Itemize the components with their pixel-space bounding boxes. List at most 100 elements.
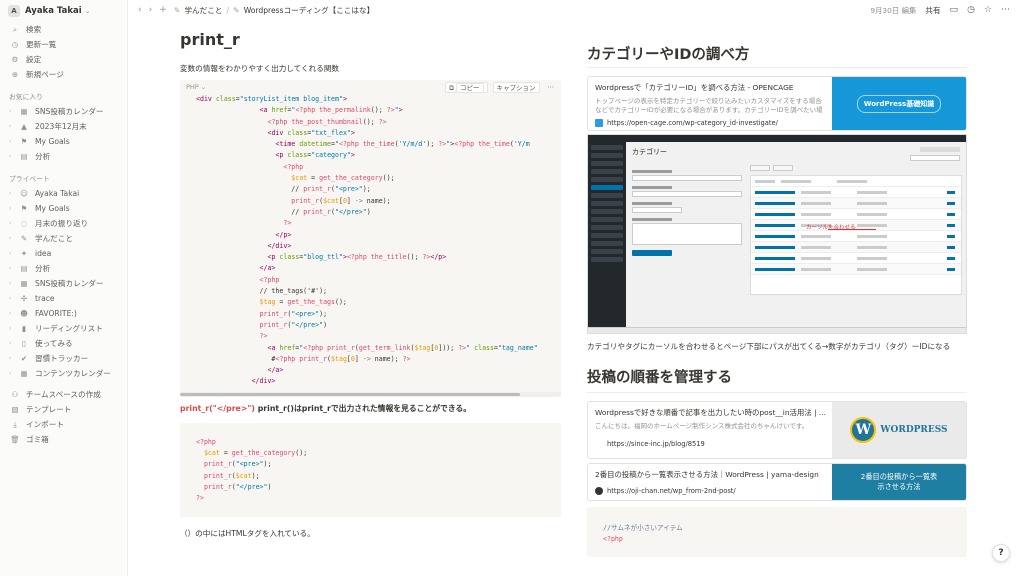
- share-button[interactable]: 共有: [925, 5, 940, 16]
- private-header: プライベート: [9, 175, 50, 183]
- sidebar-item-label: My Goals: [35, 137, 70, 146]
- copy-button[interactable]: ⧉ コピー: [445, 82, 488, 93]
- speech-icon: ◌: [20, 219, 28, 228]
- chevron-right-icon[interactable]: ›: [9, 340, 16, 347]
- sidebar-favorite-item-2[interactable]: › ⚑ My Goals: [0, 134, 127, 149]
- sidebar-private-item-9[interactable]: › ▮ リーディングリスト: [0, 321, 127, 336]
- chart-icon: ▤: [20, 152, 28, 161]
- star-icon[interactable]: ☆: [984, 5, 992, 15]
- chevron-down-icon: ⌄: [200, 83, 207, 91]
- chevron-right-icon[interactable]: ›: [9, 265, 16, 272]
- code-block-3[interactable]: //サムネが小さいアイテム <?php: [587, 507, 967, 557]
- history-icon[interactable]: ◷: [967, 5, 975, 15]
- sidebar-item-label: 設定: [26, 55, 42, 64]
- sidebar-favorite-item-1[interactable]: › ▲ 2023年12月末: [0, 119, 127, 134]
- sidebar-favorite-item-0[interactable]: › ▦ SNS投稿カレンダー: [0, 104, 127, 119]
- sidebar-private-item-0[interactable]: › ☺ Ayaka Takai: [0, 186, 127, 201]
- sidebar-bottom-item-3[interactable]: 🗑 ゴミ箱: [0, 432, 127, 447]
- section-heading-order: 投稿の順番を管理する: [587, 369, 967, 393]
- copy-label: コピー: [456, 83, 484, 93]
- sidebar-top-item-3[interactable]: ⊕ 新規ページ: [0, 67, 127, 82]
- sidebar-bottom-item-2[interactable]: ⤓ インポート: [0, 417, 127, 432]
- workspace-switcher[interactable]: A Ayaka Takai ⌄: [0, 0, 127, 22]
- sidebar-private-item-6[interactable]: › ▦ SNS投稿カレンダー: [0, 276, 127, 291]
- chevron-right-icon[interactable]: ›: [9, 205, 16, 212]
- chevron-right-icon[interactable]: ›: [9, 280, 16, 287]
- chevron-right-icon[interactable]: ›: [9, 123, 16, 130]
- clock-icon: ◷: [11, 40, 19, 49]
- help-button[interactable]: ?: [992, 544, 1010, 562]
- chevron-right-icon[interactable]: ›: [9, 355, 16, 362]
- horizontal-scrollbar[interactable]: [180, 391, 561, 397]
- chevron-right-icon[interactable]: ›: [9, 138, 16, 145]
- sidebar-private-item-2[interactable]: › ◌ 月末の振り返り: [0, 216, 127, 231]
- sidebar-private-item-10[interactable]: › ▯ 使ってみる: [0, 336, 127, 351]
- chart-icon: ▤: [20, 264, 28, 273]
- chevron-right-icon[interactable]: ›: [9, 370, 16, 377]
- wordpress-logo-icon: W: [850, 417, 877, 443]
- code-content-3: //サムネが小さいアイテム <?php: [603, 524, 683, 544]
- forward-icon[interactable]: ›: [149, 5, 153, 15]
- code-language[interactable]: PHP: [186, 83, 199, 91]
- pencil-icon: ✎: [20, 234, 28, 243]
- code-block-2[interactable]: <?php $cat = get_the_category(); print_r…: [180, 422, 561, 517]
- chevron-right-icon[interactable]: ›: [9, 108, 16, 115]
- chevron-right-icon[interactable]: ›: [9, 325, 16, 332]
- bookmark-url: https://open-cage.com/wp-category_id-inv…: [607, 119, 778, 127]
- chevron-right-icon[interactable]: ›: [9, 295, 16, 302]
- caption-button[interactable]: キャプション: [492, 82, 540, 93]
- more-icon[interactable]: ⋯: [545, 82, 558, 93]
- sidebar-top-item-0[interactable]: ⌕ 検索: [0, 22, 127, 37]
- calendar-icon: ▦: [20, 369, 28, 378]
- code-content: <div class="storyList_item blog_item"> <…: [196, 95, 538, 386]
- team-icon: ⚇: [11, 390, 19, 399]
- sidebar-private-item-7[interactable]: › ✣ trace: [0, 291, 127, 306]
- note-paragraph: print_r("</pre>") print_r()はprint_rで出力され…: [180, 403, 561, 414]
- back-icon[interactable]: ‹: [138, 5, 142, 15]
- sidebar-item-label: テンプレート: [26, 405, 72, 414]
- sidebar-private-item-4[interactable]: › ✦ idea: [0, 246, 127, 261]
- description-text: 変数の情報をわかりやすく出力してくれる関数: [180, 64, 340, 73]
- edited-timestamp: 9月30日 編集: [870, 5, 917, 15]
- plus-circle-icon: ⊕: [11, 70, 19, 79]
- sidebar-private-item-3[interactable]: › ✎ 学んだこと: [0, 231, 127, 246]
- bookmark-since[interactable]: Wordpressで好きな順番で記事を出力したい時のpost__in活用法 | …: [587, 401, 967, 459]
- breadcrumb-item-1[interactable]: 学んだこと: [184, 5, 222, 16]
- section-heading-category: カテゴリーやIDの調べ方: [587, 46, 967, 68]
- chevron-right-icon[interactable]: ›: [9, 190, 16, 197]
- chevron-right-icon[interactable]: ›: [9, 250, 16, 257]
- sidebar-private-item-5[interactable]: › ▤ 分析: [0, 261, 127, 276]
- chevron-right-icon[interactable]: ›: [9, 220, 16, 227]
- code-block[interactable]: PHP ⌄ ⧉ コピー キャプション ⋯ <div class="storyLis…: [180, 80, 561, 397]
- bookmark-oji-chan[interactable]: 2番目の投稿から一覧表示させる方法｜WordPress | yama-desig…: [587, 463, 967, 501]
- chevron-right-icon[interactable]: ›: [9, 153, 16, 160]
- breadcrumb-item-2[interactable]: Wordpressコーディング【ここはな】: [244, 5, 374, 16]
- plus-icon[interactable]: +: [159, 5, 167, 15]
- sidebar-item-label: FAVORITE:): [35, 309, 77, 318]
- sidebar: A Ayaka Takai ⌄ ⌕ 検索 ◷ 更新一覧 ⚙ 設定 ⊕ 新規ページ お気に入り …: [0, 0, 128, 576]
- search-icon: ⌕: [12, 24, 18, 34]
- sidebar-top-item-1[interactable]: ◷ 更新一覧: [0, 37, 127, 52]
- more-icon[interactable]: ⋯: [1001, 5, 1010, 15]
- sidebar-item-label: 学んだこと: [35, 234, 73, 243]
- import-icon: ⤓: [13, 419, 17, 429]
- sidebar-item-label: SNS投稿カレンダー: [35, 279, 104, 288]
- sidebar-bottom-item-1[interactable]: ▧ テンプレート: [0, 402, 127, 417]
- wp-page-title: カテゴリー: [632, 148, 667, 156]
- sidebar-top-item-2[interactable]: ⚙ 設定: [0, 52, 127, 67]
- page-heading: print_r: [180, 30, 240, 49]
- comment-icon[interactable]: ▭: [950, 5, 959, 15]
- chevron-right-icon[interactable]: ›: [9, 310, 16, 317]
- gear-icon: ⚙: [11, 55, 19, 64]
- sidebar-private-item-1[interactable]: › ⚑ My Goals: [0, 201, 127, 216]
- bookmark-opencage[interactable]: Wordpressで「カテゴリーID」を調べる方法 - OPENCAGE トップ…: [587, 76, 967, 131]
- check-icon: ✔: [20, 354, 28, 363]
- thumbnail-text: WordPress基礎知識: [856, 94, 942, 113]
- sidebar-favorite-item-3[interactable]: › ▤ 分析: [0, 149, 127, 164]
- sidebar-bottom-item-0[interactable]: ⚇ チームスペースの作成: [0, 387, 127, 402]
- chevron-right-icon[interactable]: ›: [9, 235, 16, 242]
- sidebar-private-item-12[interactable]: › ▦ コンテンツカレンダー: [0, 366, 127, 381]
- sidebar-private-item-11[interactable]: › ✔ 習慣トラッカー: [0, 351, 127, 366]
- sidebar-private-item-8[interactable]: › ☻ FAVORITE:): [0, 306, 127, 321]
- template-icon: ▧: [11, 405, 19, 414]
